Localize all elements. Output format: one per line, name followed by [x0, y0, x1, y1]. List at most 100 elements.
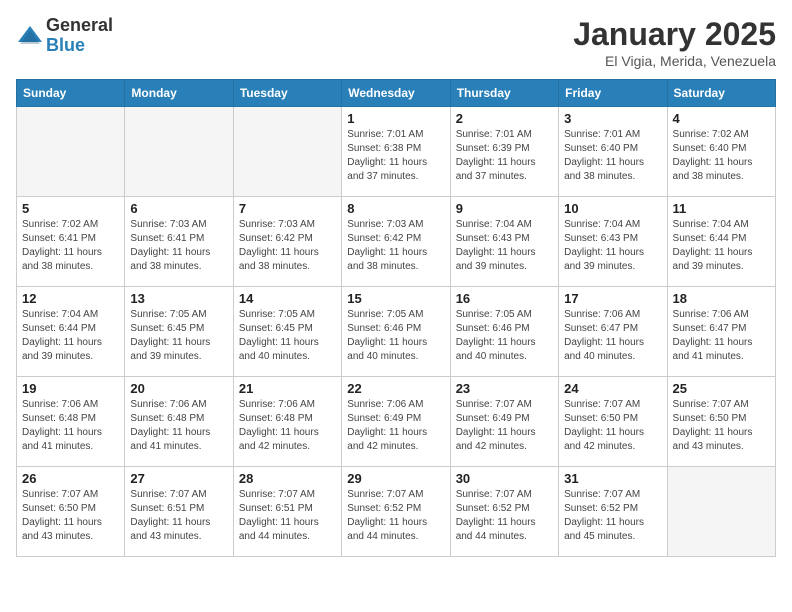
day-info: Sunrise: 7:03 AM Sunset: 6:42 PM Dayligh…: [239, 218, 336, 274]
day-number: 17: [564, 291, 661, 306]
calendar-cell: 20Sunrise: 7:06 AM Sunset: 6:48 PM Dayli…: [125, 377, 233, 467]
calendar-cell: 22Sunrise: 7:06 AM Sunset: 6:49 PM Dayli…: [342, 377, 450, 467]
day-number: 28: [239, 471, 336, 486]
calendar-cell: 30Sunrise: 7:07 AM Sunset: 6:52 PM Dayli…: [450, 467, 558, 557]
day-number: 26: [22, 471, 119, 486]
calendar-cell: 16 Sunrise: 7:05 AM Sunset: 6:46 PM Dayli…: [450, 287, 558, 377]
calendar-cell: 26 Sunrise: 7:07 AM Sunset: 6:50 PM Dayli…: [17, 467, 125, 557]
day-number: 19: [22, 381, 119, 396]
logo-text: General Blue: [46, 16, 113, 56]
title-area: January 2025 El Vigia, Merida, Venezuela: [573, 16, 776, 69]
calendar-cell: 19 Sunrise: 7:06 AM Sunset: 6:48 PM Dayli…: [17, 377, 125, 467]
day-info: Sunrise: 7:05 AM Sunset: 6:46 PM Dayligh…: [347, 308, 444, 364]
day-number: 3: [564, 111, 661, 126]
logo-icon: [16, 22, 44, 50]
day-number: 25: [673, 381, 770, 396]
day-info: Sunrise: 7:07 AM Sunset: 6:51 PM Dayligh…: [130, 488, 227, 544]
day-info: Sunrise: 7:06 AM Sunset: 6:48 PM Dayligh…: [22, 398, 119, 454]
day-info: Sunrise: 7:04 AM Sunset: 6:44 PM Dayligh…: [22, 308, 119, 364]
day-number: 8: [347, 201, 444, 216]
day-info: Sunrise: 7:01 AM Sunset: 6:38 PM Dayligh…: [347, 128, 444, 184]
calendar-cell: [17, 107, 125, 197]
calendar-cell: 4 Sunrise: 7:02 AM Sunset: 6:40 PM Daylig…: [667, 107, 775, 197]
calendar-cell: 13 Sunrise: 7:05 AM Sunset: 6:45 PM Dayli…: [125, 287, 233, 377]
calendar-cell: 1 Sunrise: 7:01 AM Sunset: 6:38 PM Daylig…: [342, 107, 450, 197]
day-info: Sunrise: 7:07 AM Sunset: 6:50 PM Dayligh…: [564, 398, 661, 454]
day-number: 21: [239, 381, 336, 396]
calendar-week-row: 5Sunrise: 7:02 AM Sunset: 6:41 PM Daylig…: [17, 197, 776, 287]
day-info: Sunrise: 7:05 AM Sunset: 6:45 PM Dayligh…: [239, 308, 336, 364]
day-info: Sunrise: 7:05 AM Sunset: 6:46 PM Dayligh…: [456, 308, 553, 364]
calendar-cell: 17 Sunrise: 7:06 AM Sunset: 6:47 PM Dayli…: [559, 287, 667, 377]
day-number: 12: [22, 291, 119, 306]
day-number: 23: [456, 381, 553, 396]
day-info: Sunrise: 7:04 AM Sunset: 6:44 PM Dayligh…: [673, 218, 770, 274]
calendar-cell: 28 Sunrise: 7:07 AM Sunset: 6:51 PM Dayli…: [233, 467, 341, 557]
day-number: 4: [673, 111, 770, 126]
logo-general: General: [46, 16, 113, 36]
day-number: 9: [456, 201, 553, 216]
calendar-cell: [125, 107, 233, 197]
day-info: Sunrise: 7:05 AM Sunset: 6:45 PM Dayligh…: [130, 308, 227, 364]
calendar-cell: [667, 467, 775, 557]
day-number: 11: [673, 201, 770, 216]
day-number: 13: [130, 291, 227, 306]
day-info: Sunrise: 7:02 AM Sunset: 6:41 PM Dayligh…: [22, 218, 119, 274]
day-number: 6: [130, 201, 227, 216]
calendar-cell: 5Sunrise: 7:02 AM Sunset: 6:41 PM Daylig…: [17, 197, 125, 287]
weekday-header: Tuesday: [233, 80, 341, 107]
day-info: Sunrise: 7:07 AM Sunset: 6:50 PM Dayligh…: [22, 488, 119, 544]
weekday-header: Sunday: [17, 80, 125, 107]
calendar-cell: 6Sunrise: 7:03 AM Sunset: 6:41 PM Daylig…: [125, 197, 233, 287]
calendar-cell: 12 Sunrise: 7:04 AM Sunset: 6:44 PM Dayli…: [17, 287, 125, 377]
day-info: Sunrise: 7:06 AM Sunset: 6:47 PM Dayligh…: [564, 308, 661, 364]
weekday-header: Thursday: [450, 80, 558, 107]
calendar-cell: 10Sunrise: 7:04 AM Sunset: 6:43 PM Dayli…: [559, 197, 667, 287]
day-number: 15: [347, 291, 444, 306]
day-number: 27: [130, 471, 227, 486]
calendar-cell: 7Sunrise: 7:03 AM Sunset: 6:42 PM Daylig…: [233, 197, 341, 287]
day-number: 18: [673, 291, 770, 306]
calendar-cell: 29 Sunrise: 7:07 AM Sunset: 6:52 PM Dayli…: [342, 467, 450, 557]
day-info: Sunrise: 7:01 AM Sunset: 6:40 PM Dayligh…: [564, 128, 661, 184]
calendar-cell: [233, 107, 341, 197]
calendar-table: SundayMondayTuesdayWednesdayThursdayFrid…: [16, 79, 776, 557]
calendar-cell: 11 Sunrise: 7:04 AM Sunset: 6:44 PM Dayli…: [667, 197, 775, 287]
calendar-cell: 23 Sunrise: 7:07 AM Sunset: 6:49 PM Dayli…: [450, 377, 558, 467]
calendar-cell: 31 Sunrise: 7:07 AM Sunset: 6:52 PM Dayli…: [559, 467, 667, 557]
day-info: Sunrise: 7:06 AM Sunset: 6:48 PM Dayligh…: [239, 398, 336, 454]
day-info: Sunrise: 7:01 AM Sunset: 6:39 PM Dayligh…: [456, 128, 553, 184]
calendar-cell: 18 Sunrise: 7:06 AM Sunset: 6:47 PM Dayli…: [667, 287, 775, 377]
calendar-cell: 21 Sunrise: 7:06 AM Sunset: 6:48 PM Dayli…: [233, 377, 341, 467]
day-info: Sunrise: 7:06 AM Sunset: 6:49 PM Dayligh…: [347, 398, 444, 454]
calendar-week-row: 26 Sunrise: 7:07 AM Sunset: 6:50 PM Dayli…: [17, 467, 776, 557]
day-number: 31: [564, 471, 661, 486]
day-info: Sunrise: 7:04 AM Sunset: 6:43 PM Dayligh…: [456, 218, 553, 274]
weekday-header: Monday: [125, 80, 233, 107]
day-info: Sunrise: 7:06 AM Sunset: 6:47 PM Dayligh…: [673, 308, 770, 364]
day-info: Sunrise: 7:07 AM Sunset: 6:49 PM Dayligh…: [456, 398, 553, 454]
day-number: 1: [347, 111, 444, 126]
day-info: Sunrise: 7:07 AM Sunset: 6:52 PM Dayligh…: [347, 488, 444, 544]
day-number: 10: [564, 201, 661, 216]
day-number: 29: [347, 471, 444, 486]
calendar-cell: 14 Sunrise: 7:05 AM Sunset: 6:45 PM Dayli…: [233, 287, 341, 377]
weekday-header: Friday: [559, 80, 667, 107]
weekday-header: Wednesday: [342, 80, 450, 107]
day-info: Sunrise: 7:07 AM Sunset: 6:52 PM Dayligh…: [456, 488, 553, 544]
location: El Vigia, Merida, Venezuela: [573, 53, 776, 69]
calendar-cell: 25 Sunrise: 7:07 AM Sunset: 6:50 PM Dayli…: [667, 377, 775, 467]
calendar-week-row: 19 Sunrise: 7:06 AM Sunset: 6:48 PM Dayli…: [17, 377, 776, 467]
day-info: Sunrise: 7:02 AM Sunset: 6:40 PM Dayligh…: [673, 128, 770, 184]
day-number: 16: [456, 291, 553, 306]
day-info: Sunrise: 7:07 AM Sunset: 6:51 PM Dayligh…: [239, 488, 336, 544]
calendar-week-row: 12 Sunrise: 7:04 AM Sunset: 6:44 PM Dayli…: [17, 287, 776, 377]
calendar-cell: 15 Sunrise: 7:05 AM Sunset: 6:46 PM Dayli…: [342, 287, 450, 377]
day-number: 14: [239, 291, 336, 306]
calendar-cell: 27 Sunrise: 7:07 AM Sunset: 6:51 PM Dayli…: [125, 467, 233, 557]
day-info: Sunrise: 7:07 AM Sunset: 6:50 PM Dayligh…: [673, 398, 770, 454]
weekday-header: Saturday: [667, 80, 775, 107]
logo-blue: Blue: [46, 36, 113, 56]
calendar-cell: 9 Sunrise: 7:04 AM Sunset: 6:43 PM Daylig…: [450, 197, 558, 287]
day-info: Sunrise: 7:07 AM Sunset: 6:52 PM Dayligh…: [564, 488, 661, 544]
